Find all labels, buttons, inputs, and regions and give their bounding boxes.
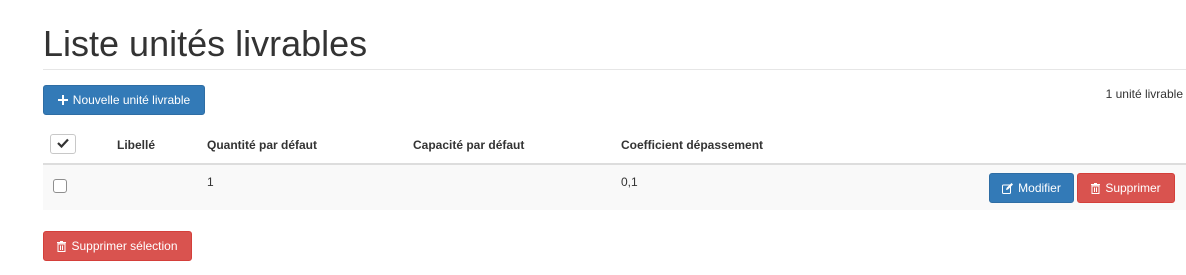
title-divider (43, 69, 1186, 70)
new-deliverable-unit-label: Nouvelle unité livrable (72, 93, 191, 107)
plus-icon (57, 95, 68, 105)
delete-selection-button[interactable]: Supprimer sélection (43, 231, 192, 261)
cell-quantite: 1 (207, 175, 214, 189)
table-row: 1 0,1 Modifier Supprimer (43, 165, 1186, 210)
new-deliverable-unit-button[interactable]: Nouvelle unité livrable (43, 85, 205, 115)
column-header-capacite[interactable]: Capacité par défaut (413, 138, 524, 152)
cell-coefficient: 0,1 (621, 175, 638, 189)
delete-button[interactable]: Supprimer (1077, 173, 1175, 203)
column-header-quantite[interactable]: Quantité par défaut (207, 138, 317, 152)
table-header: Libellé Quantité par défaut Capacité par… (43, 127, 1186, 165)
select-all-checkbox[interactable] (50, 134, 76, 154)
page-title: Liste unités livrables (43, 23, 368, 64)
edit-button-label: Modifier (1018, 181, 1061, 195)
delete-button-label: Supprimer (1105, 181, 1161, 195)
unit-count: 1 unité livrable (1105, 87, 1183, 101)
check-icon (57, 135, 69, 153)
trash-icon (1091, 182, 1101, 194)
edit-button[interactable]: Modifier (989, 173, 1074, 203)
delete-selection-label: Supprimer sélection (71, 239, 178, 253)
column-header-libelle[interactable]: Libellé (117, 138, 155, 152)
row-select-checkbox[interactable] (53, 179, 67, 193)
trash-icon (57, 240, 67, 252)
edit-icon (1002, 182, 1014, 194)
column-header-coefficient[interactable]: Coefficient dépassement (621, 138, 763, 152)
